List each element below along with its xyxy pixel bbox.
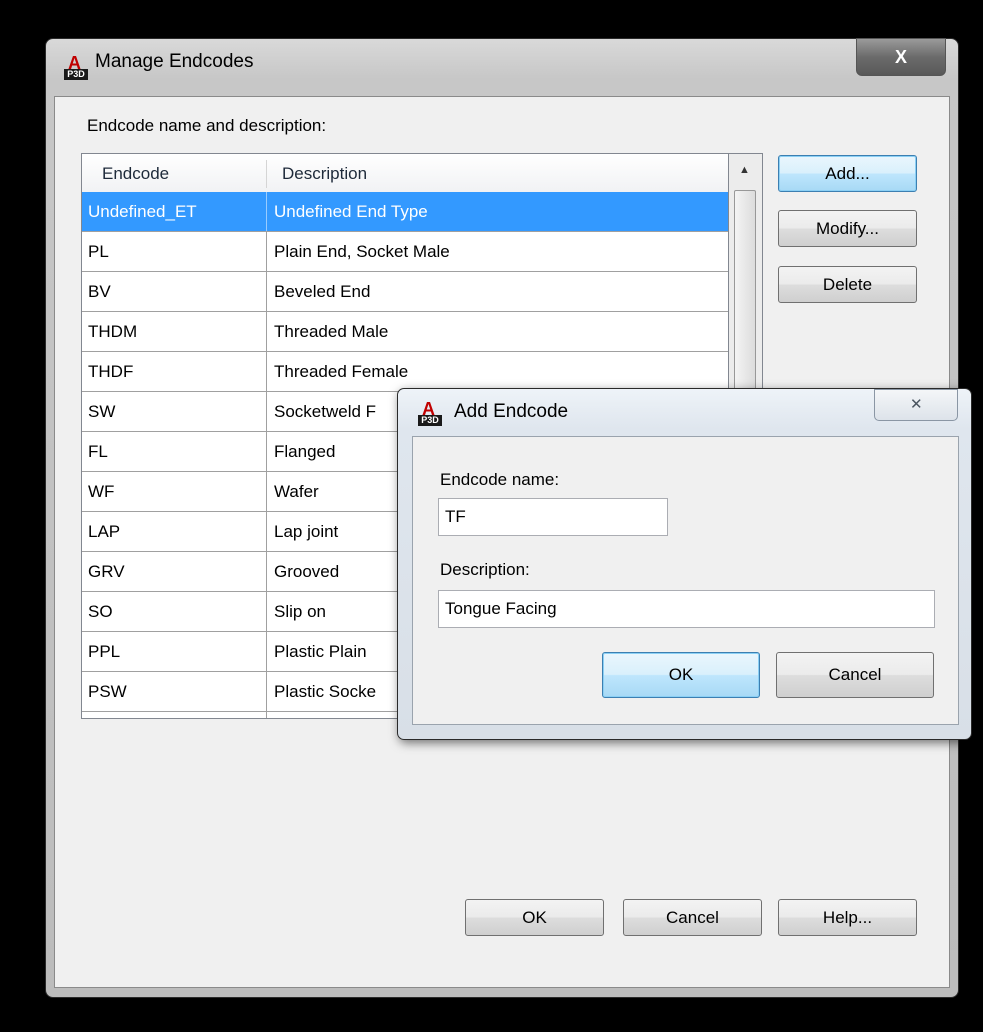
table-row[interactable]: Undefined_ET Undefined End Type xyxy=(82,192,728,232)
cell-description: Beveled End xyxy=(274,282,371,301)
cell-description: Flanged xyxy=(274,442,336,461)
cell-endcode: PL xyxy=(88,242,109,261)
cell-endcode: PPL xyxy=(88,642,121,661)
add-dialog-title: Add Endcode xyxy=(454,401,569,422)
cell-description: Lap joint xyxy=(274,522,339,541)
cell-endcode: WF xyxy=(88,482,115,501)
column-header-endcode[interactable]: Endcode xyxy=(102,164,169,184)
cell-description: Threaded Female xyxy=(274,362,409,381)
delete-button[interactable]: Delete xyxy=(778,266,917,303)
cell-endcode: SO xyxy=(88,602,113,621)
column-header-description[interactable]: Description xyxy=(282,164,367,184)
table-row[interactable]: PL Plain End, Socket Male xyxy=(82,232,728,272)
add-button[interactable]: Add... xyxy=(778,155,917,192)
scroll-up-icon[interactable]: ▲ xyxy=(739,164,750,176)
cell-description: Grooved xyxy=(274,562,340,581)
close-icon: X xyxy=(895,47,908,67)
add-close-button[interactable]: ✕ xyxy=(874,389,958,421)
description-label: Description: xyxy=(440,560,530,579)
table-row[interactable]: BV Beveled End xyxy=(82,272,728,312)
endcode-name-field[interactable]: TF xyxy=(438,498,668,536)
plant3d-app-icon: A P3D xyxy=(64,53,88,81)
cell-endcode: LAP xyxy=(88,522,121,541)
add-title-bar[interactable]: A P3D Add Endcode ✕ xyxy=(398,389,971,435)
ok-button[interactable]: OK xyxy=(465,899,604,936)
close-icon: ✕ xyxy=(910,396,923,413)
section-label: Endcode name and description: xyxy=(87,116,327,135)
table-row[interactable]: THDF Threaded Female xyxy=(82,352,728,392)
cell-description: Plastic Socke xyxy=(274,682,377,701)
help-button[interactable]: Help... xyxy=(778,899,917,936)
close-button[interactable]: X xyxy=(856,38,946,76)
title-bar[interactable]: A P3D Manage Endcodes X xyxy=(46,38,958,87)
cell-description: Threaded Male xyxy=(274,322,389,341)
add-cancel-button[interactable]: Cancel xyxy=(776,652,934,698)
modify-button[interactable]: Modify... xyxy=(778,210,917,247)
cell-endcode: Undefined_ET xyxy=(88,202,197,221)
cell-description: Plain End, Socket Male xyxy=(274,242,450,261)
cell-endcode: SW xyxy=(88,402,116,421)
cell-description: Wafer xyxy=(274,482,319,501)
cell-endcode: FL xyxy=(88,442,108,461)
cell-endcode: PSW xyxy=(88,682,127,701)
table-row[interactable]: THDM Threaded Male xyxy=(82,312,728,352)
cell-description: Plastic Plain xyxy=(274,642,367,661)
cell-endcode: GRV xyxy=(88,562,125,581)
table-header: Endcode Description xyxy=(82,154,728,193)
description-field[interactable]: Tongue Facing xyxy=(438,590,935,628)
cell-endcode: BV xyxy=(88,282,111,301)
cell-endcode: THDF xyxy=(88,362,134,381)
endcode-name-label: Endcode name: xyxy=(440,470,560,489)
cancel-button[interactable]: Cancel xyxy=(623,899,762,936)
plant3d-app-icon: A P3D xyxy=(418,399,442,427)
window-title: Manage Endcodes xyxy=(95,51,254,72)
add-ok-button[interactable]: OK xyxy=(602,652,760,698)
cell-description: Undefined End Type xyxy=(274,202,428,221)
cell-description: Socketweld F xyxy=(274,402,377,421)
cell-endcode: THDM xyxy=(88,322,138,341)
cell-description: Slip on xyxy=(274,602,326,621)
